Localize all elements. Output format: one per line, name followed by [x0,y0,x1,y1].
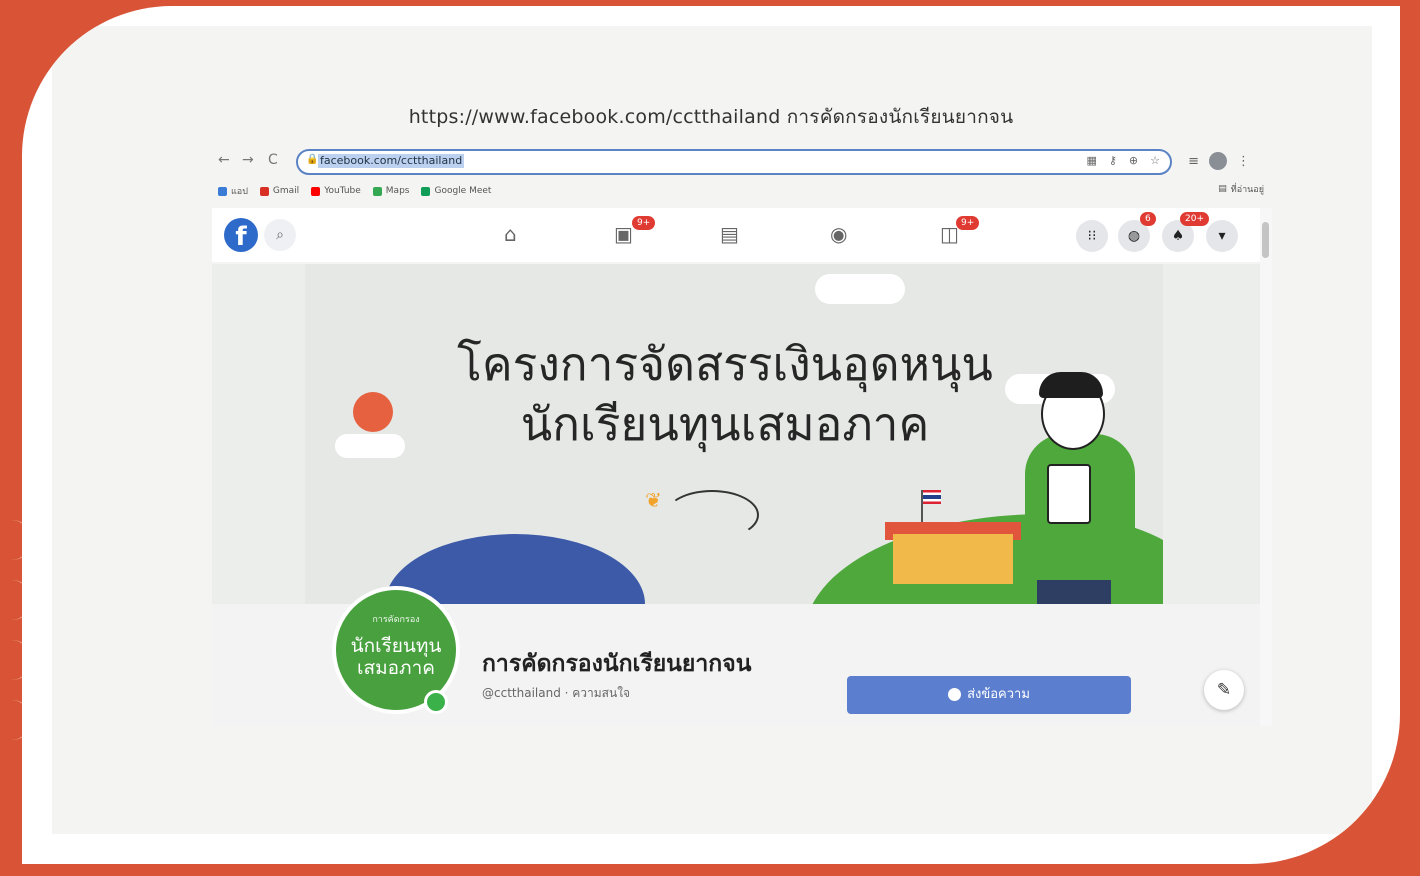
marketplace-icon[interactable]: ▤ [720,222,739,246]
page-handle: @cctthailand · ความสนใจ [482,686,631,700]
butterfly-icon: ❦ [645,488,662,512]
menu-grid-icon[interactable]: ⁝⁝ [1076,220,1108,252]
avatar-caption: การคัดกรอง [372,615,420,625]
facebook-logo-icon[interactable]: f [224,218,258,252]
home-icon[interactable]: ⌂ [504,222,517,246]
page-profile-header: การคัดกรอง นักเรียนทุน เสมอภาค การคัดกรอ… [212,586,1260,726]
bookmark-gmail[interactable]: Gmail [259,186,299,196]
send-message-button[interactable]: ส่งข้อความ [847,676,1131,714]
youtube-icon [311,186,321,196]
zoom-icon[interactable]: ⊕ [1129,154,1138,167]
messenger-badge: 6 [1140,212,1156,226]
cover-illustration: โครงการจัดสรรเงินอุดหนุน นักเรียนทุนเสมอ… [305,264,1163,604]
media-icon[interactable]: ≡ [1188,154,1199,169]
cloud-shape [335,434,405,458]
scrollbar[interactable] [1260,208,1272,726]
browser-toolbar: ← → C 🔒 facebook.com/cctthailand ▦ ⚷ ⊕ ☆… [212,146,1272,178]
teacher-hair [1039,372,1103,398]
edit-icon[interactable]: ✎ [1204,670,1244,710]
cover-title-line2: นักเรียนทุนเสมอภาค [520,397,930,451]
online-status-icon [424,690,448,714]
bookmark-google-meet[interactable]: Google Meet [421,186,491,196]
qr-icon[interactable]: ▦ [1086,154,1096,167]
forward-button[interactable]: → [242,152,254,168]
gaming-badge: 9+ [956,216,980,230]
apps-grid-icon [218,186,227,196]
groups-icon[interactable]: ◉ [830,222,847,246]
toolbar-right: ≡ ⋮ [1188,152,1250,170]
avatar-line-2: นักเรียนทุน [350,635,442,657]
browser-window: ← → C 🔒 facebook.com/cctthailand ▦ ⚷ ⊕ ☆… [212,146,1272,726]
cloud-shape [815,274,905,304]
menu-kebab-icon[interactable]: ⋮ [1237,154,1250,169]
bookmark-apps[interactable]: แอป [218,184,248,198]
bookmarks-bar: แอป Gmail YouTube Maps Google Meet ▤ ที่อ… [218,182,1268,200]
scrollbar-thumb[interactable] [1262,222,1269,258]
school-building [893,534,1013,584]
page-name: การคัดกรองนักเรียนยากจน [482,651,752,677]
profile-avatar-icon[interactable] [1209,152,1227,170]
flight-path [665,490,759,540]
cover-photo[interactable]: โครงการจัดสรรเงินอุดหนุน นักเรียนทุนเสมอ… [212,264,1260,604]
thai-flag-icon [923,490,941,504]
bookmark-youtube[interactable]: YouTube [311,186,361,196]
watch-badge: 9+ [632,216,656,230]
maps-icon [372,186,382,196]
teacher-legs [1037,580,1111,604]
send-message-label: ส่งข้อความ [967,687,1030,702]
address-bar-icons: ▦ ⚷ ⊕ ☆ [1086,154,1160,167]
notifications-badge: 20+ [1180,212,1209,226]
gmail-icon [259,186,269,196]
meet-icon [421,186,431,196]
reading-list[interactable]: ▤ ที่อ่านอยู่ [1218,182,1264,196]
messenger-icon [948,688,962,701]
reload-button[interactable]: C [268,152,278,168]
back-button[interactable]: ← [218,152,230,168]
lock-icon: 🔒 [306,154,319,165]
watch-icon[interactable]: ▣ [614,222,633,246]
reading-list-icon: ▤ [1218,184,1227,194]
bookmark-maps[interactable]: Maps [372,186,409,196]
search-icon[interactable]: ⌕ [264,219,296,251]
cover-title-line1: โครงการจัดสรรเงินอุดหนุน [457,337,993,391]
sun-shape [353,392,393,432]
slide-card: https://www.facebook.com/cctthailand การ… [22,6,1400,864]
account-dropdown-icon[interactable]: ▾ [1206,220,1238,252]
avatar-line-3: เสมอภาค [357,657,435,679]
facebook-nav: f ⌕ ⌂ ▣ 9+ ▤ ◉ ◫ 9+ ⁝⁝ ◍ 6 ♠ 20+ ▾ [212,208,1272,262]
url-text[interactable]: facebook.com/cctthailand [318,154,465,168]
clipboard-icon [1047,464,1091,524]
page-heading: https://www.facebook.com/cctthailand การ… [408,106,1014,128]
address-bar[interactable]: 🔒 facebook.com/cctthailand ▦ ⚷ ⊕ ☆ [296,149,1172,175]
key-icon[interactable]: ⚷ [1109,154,1117,167]
bookmark-star-icon[interactable]: ☆ [1150,154,1160,167]
